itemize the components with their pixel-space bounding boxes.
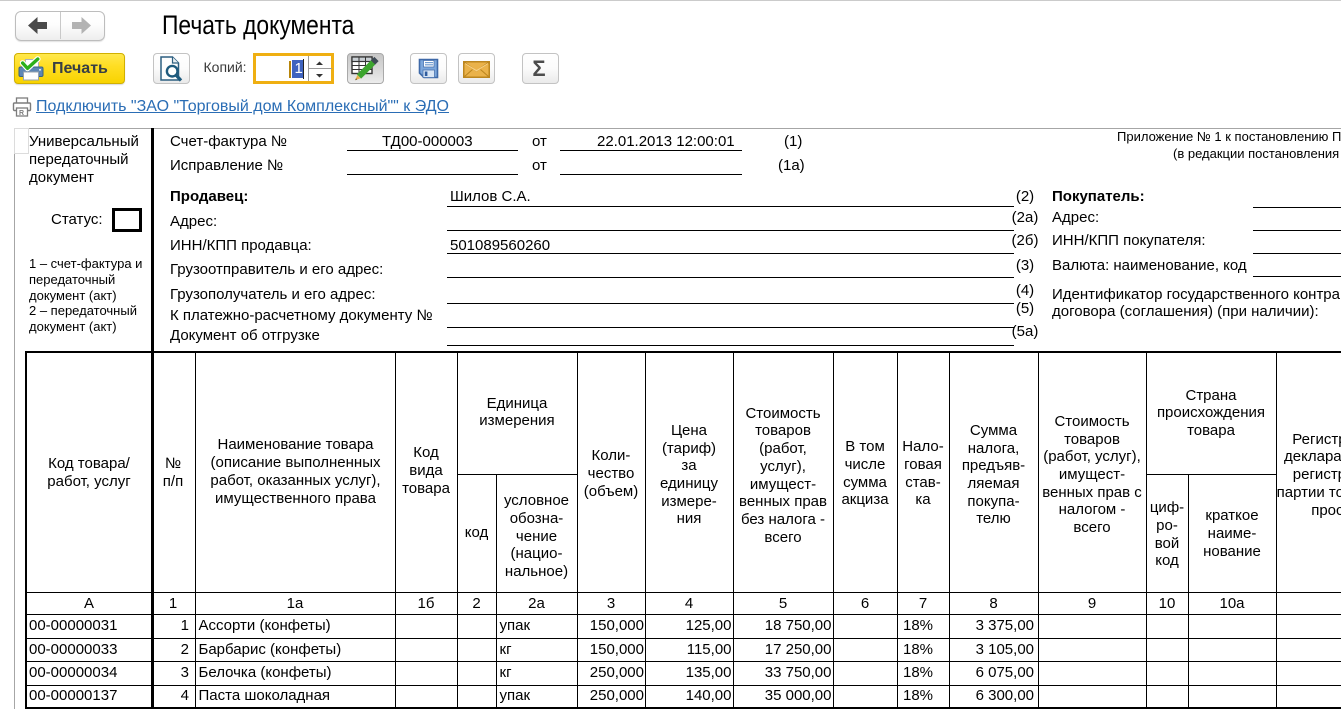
svg-text:R: R bbox=[19, 110, 24, 117]
